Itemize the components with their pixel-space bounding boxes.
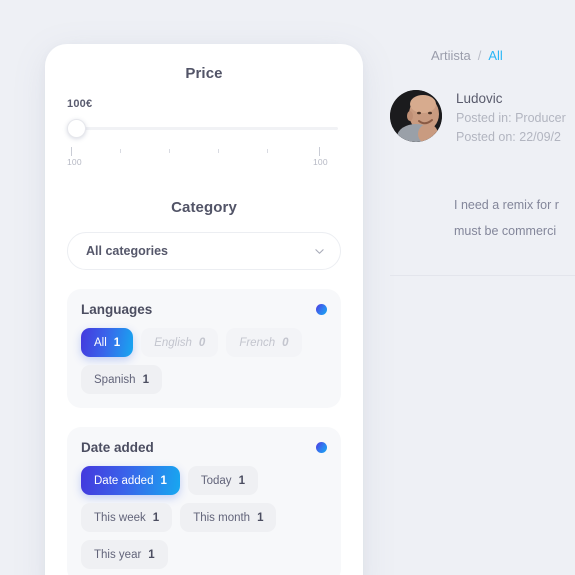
chip-label: Date added [94, 474, 154, 487]
post-header: Ludovic Posted in: Producer Posted on: 2… [386, 63, 575, 147]
date-added-filter-panel: Date added Date added 1 Today 1 This wee… [67, 427, 341, 575]
chip-language-spanish[interactable]: Spanish 1 [81, 365, 162, 394]
chip-label: All [94, 336, 107, 349]
slider-tick [267, 149, 268, 153]
slider-tick [319, 147, 320, 156]
price-slider-thumb[interactable] [67, 119, 86, 138]
date-added-panel-header: Date added [81, 440, 327, 455]
chip-label: English [154, 336, 192, 349]
chip-date-this-week[interactable]: This week 1 [81, 503, 173, 532]
chip-count: 1 [238, 474, 245, 487]
languages-chip-list: All 1 English 0 French 0 Spanish 1 [81, 328, 327, 394]
post-meta: Ludovic Posted in: Producer Posted on: 2… [456, 90, 566, 147]
content-panel: Artiista / All Ludovic Posted in: Produc… [386, 0, 575, 575]
chip-date-added[interactable]: Date added 1 [81, 466, 180, 495]
date-added-panel-title: Date added [81, 440, 154, 455]
filter-panel-card: Price 100€ 100 100 Category All categori… [45, 44, 363, 575]
price-slider-track[interactable] [70, 127, 338, 130]
price-slider[interactable] [67, 116, 341, 140]
slider-tick [169, 149, 170, 153]
avatar[interactable] [390, 90, 442, 142]
post-body-line-1: I need a remix for r [454, 198, 559, 212]
post-body-line-2: must be commerci [454, 223, 557, 238]
slider-tick [71, 147, 72, 156]
price-min-label: 100 [67, 157, 82, 167]
price-slider-labels: 100 100 [67, 157, 341, 169]
price-current-value: 100€ [67, 98, 93, 110]
chip-language-english: English 0 [141, 328, 219, 357]
chip-label: Today [200, 474, 232, 487]
chip-count: 1 [257, 511, 264, 524]
chip-date-this-year[interactable]: This year 1 [81, 540, 168, 569]
category-select-dropdown[interactable]: All categories [67, 232, 341, 270]
chip-count: 1 [142, 373, 149, 386]
category-section-title: Category [171, 199, 237, 216]
chip-date-this-month[interactable]: This month 1 [180, 503, 277, 532]
chevron-down-icon [315, 247, 324, 256]
price-filter-section: Price 100€ 100 100 [67, 44, 341, 169]
chip-label: This year [94, 548, 142, 561]
chip-language-all[interactable]: All 1 [81, 328, 134, 357]
chip-label: This week [94, 511, 146, 524]
price-section-title: Price [185, 65, 223, 82]
breadcrumb-root[interactable]: Artiista [431, 48, 471, 63]
category-selected-value: All categories [86, 244, 168, 258]
price-slider-ticks [67, 147, 341, 156]
chip-label: Spanish [94, 373, 136, 386]
chip-count: 0 [198, 336, 206, 349]
post-posted-on: Posted on: 22/09/2 [456, 130, 561, 144]
chip-count: 0 [282, 336, 289, 349]
date-added-chip-list: Date added 1 Today 1 This week 1 This mo… [81, 466, 327, 569]
breadcrumb: Artiista / All [386, 48, 575, 63]
breadcrumb-current[interactable]: All [488, 48, 502, 63]
price-max-label: 100 [313, 157, 328, 167]
slider-tick [218, 149, 219, 153]
chip-count: 1 [148, 548, 155, 561]
slider-tick [120, 149, 121, 153]
post-body: I need a remix for r must be commerci [386, 147, 575, 244]
chip-count: 1 [113, 336, 121, 349]
chip-label: French [239, 336, 276, 349]
active-dot-icon [316, 442, 327, 453]
content-divider [390, 275, 575, 276]
category-filter-section: Category All categories [67, 169, 341, 270]
languages-filter-panel: Languages All 1 English 0 French 0 Spani… [67, 289, 341, 408]
chip-count: 1 [152, 511, 160, 524]
chip-count: 1 [160, 474, 167, 487]
breadcrumb-separator: / [477, 48, 482, 63]
post-posted-in: Posted in: Producer [456, 111, 566, 125]
active-dot-icon [316, 304, 327, 315]
chip-language-french: French 0 [226, 328, 302, 357]
chip-date-today[interactable]: Today 1 [187, 466, 258, 495]
chip-label: This month [193, 511, 251, 524]
languages-panel-title: Languages [81, 302, 153, 317]
post-author-name: Ludovic [456, 91, 503, 106]
languages-panel-header: Languages [81, 302, 327, 317]
